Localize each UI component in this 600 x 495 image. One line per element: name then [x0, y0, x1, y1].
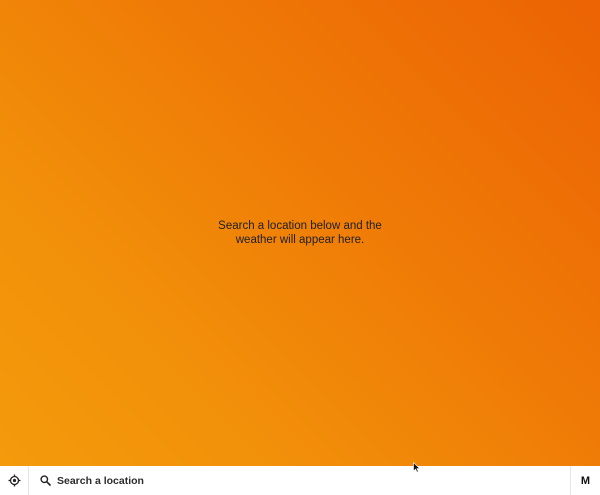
weather-display-area: Search a location below and the weather … [0, 0, 600, 466]
empty-state-message: Search a location below and the weather … [218, 220, 382, 246]
mouse-cursor-icon [413, 462, 421, 473]
bottom-search-bar: M [0, 466, 600, 495]
unit-toggle-button[interactable]: M [570, 466, 600, 495]
search-icon [39, 475, 51, 487]
search-field[interactable] [29, 466, 570, 495]
weather-app: Search a location below and the weather … [0, 0, 600, 495]
current-location-button[interactable] [0, 466, 29, 495]
crosshair-icon [8, 474, 20, 487]
search-input[interactable] [57, 474, 457, 487]
